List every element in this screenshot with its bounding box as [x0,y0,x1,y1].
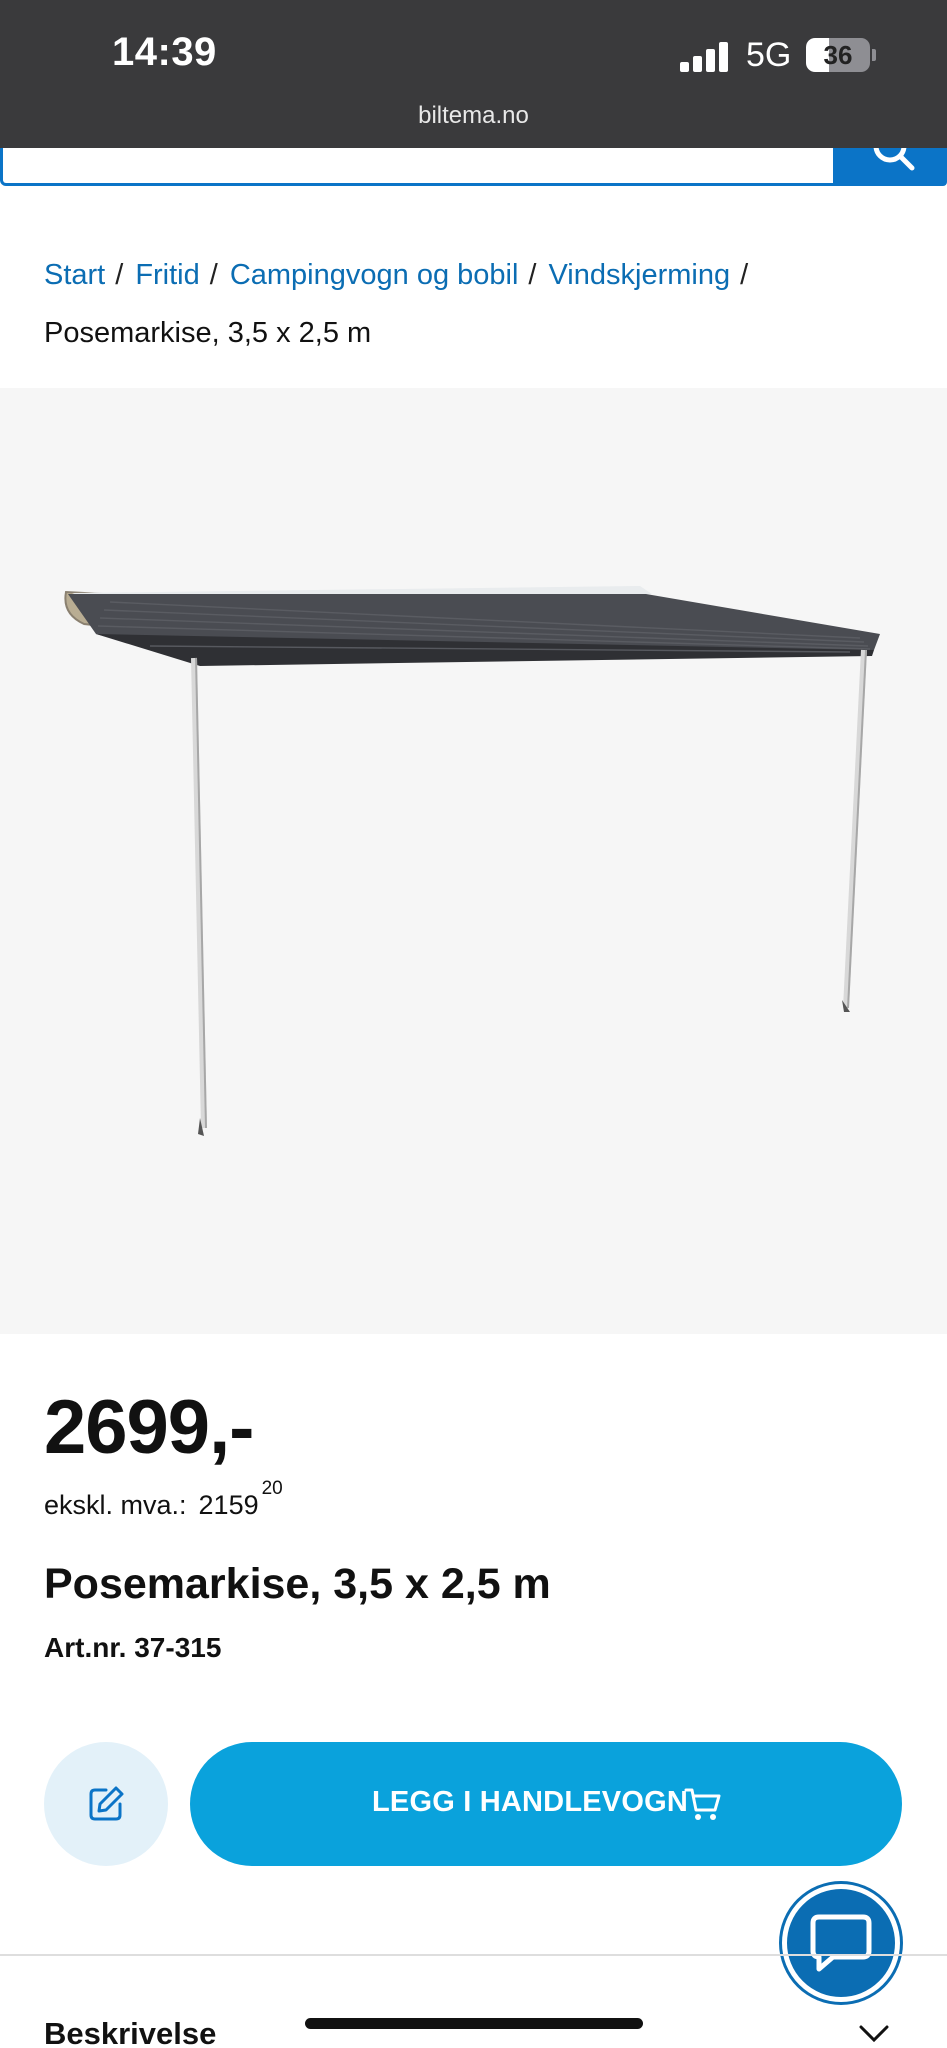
price-excl-vat: ekskl. mva.: 215920 [44,1478,283,1521]
signal-icon [680,40,732,72]
breadcrumb-current: Posemarkise, 3,5 x 2,5 m [44,317,372,349]
network-type: 5G [746,36,792,74]
search-button[interactable] [836,148,947,186]
breadcrumb-start[interactable]: Start [44,259,105,291]
add-to-cart-button[interactable]: LEGG I HANDLEVOGN [190,1742,902,1866]
breadcrumb: Start / Fritid / Campingvogn og bobil / Vindsk… [44,246,904,362]
breadcrumb-separator: / [528,259,537,291]
chevron-down-icon[interactable] [858,2024,890,2044]
awning-product-image [64,586,880,1136]
edit-note-icon [89,1786,124,1821]
excl-vat-decimals: 20 [261,1478,283,1499]
description-section-header[interactable]: Beskrivelse [44,2016,216,2048]
chat-button[interactable] [782,1884,900,2002]
article-number: Art.nr. 37-315 [44,1632,222,1663]
product-image[interactable] [0,388,947,1334]
excl-vat-label: ekskl. mva.: [44,1490,187,1520]
product-title: Posemarkise, 3,5 x 2,5 m [44,1560,551,1608]
section-divider [0,1954,947,1956]
breadcrumb-campingvogn-og-bobil[interactable]: Campingvogn og bobil [230,259,519,291]
status-time: 14:39 [112,30,217,74]
battery-icon: 36 [806,38,870,72]
battery-cap [872,49,876,61]
breadcrumb-fritid[interactable]: Fritid [135,259,199,291]
edit-note-button[interactable] [44,1742,168,1866]
browser-url[interactable]: biltema.no [0,102,947,130]
cart-icon [684,1788,721,1820]
product-price: 2699,- [44,1385,254,1470]
breadcrumb-separator: / [115,259,124,291]
add-to-cart-label: LEGG I HANDLEVOGN [372,1786,688,1818]
breadcrumb-separator: / [209,259,218,291]
status-bar: 14:39 5G 36 biltema.no [0,0,947,148]
excl-vat-value: 2159 [198,1490,259,1520]
chat-bubble-icon [810,1914,872,1972]
home-indicator [305,2018,643,2029]
search-icon [873,148,915,171]
breadcrumb-vindskjerming[interactable]: Vindskjerming [548,259,730,291]
breadcrumb-separator: / [740,259,749,291]
search-input[interactable] [0,148,836,186]
battery-level: 36 [823,40,853,70]
